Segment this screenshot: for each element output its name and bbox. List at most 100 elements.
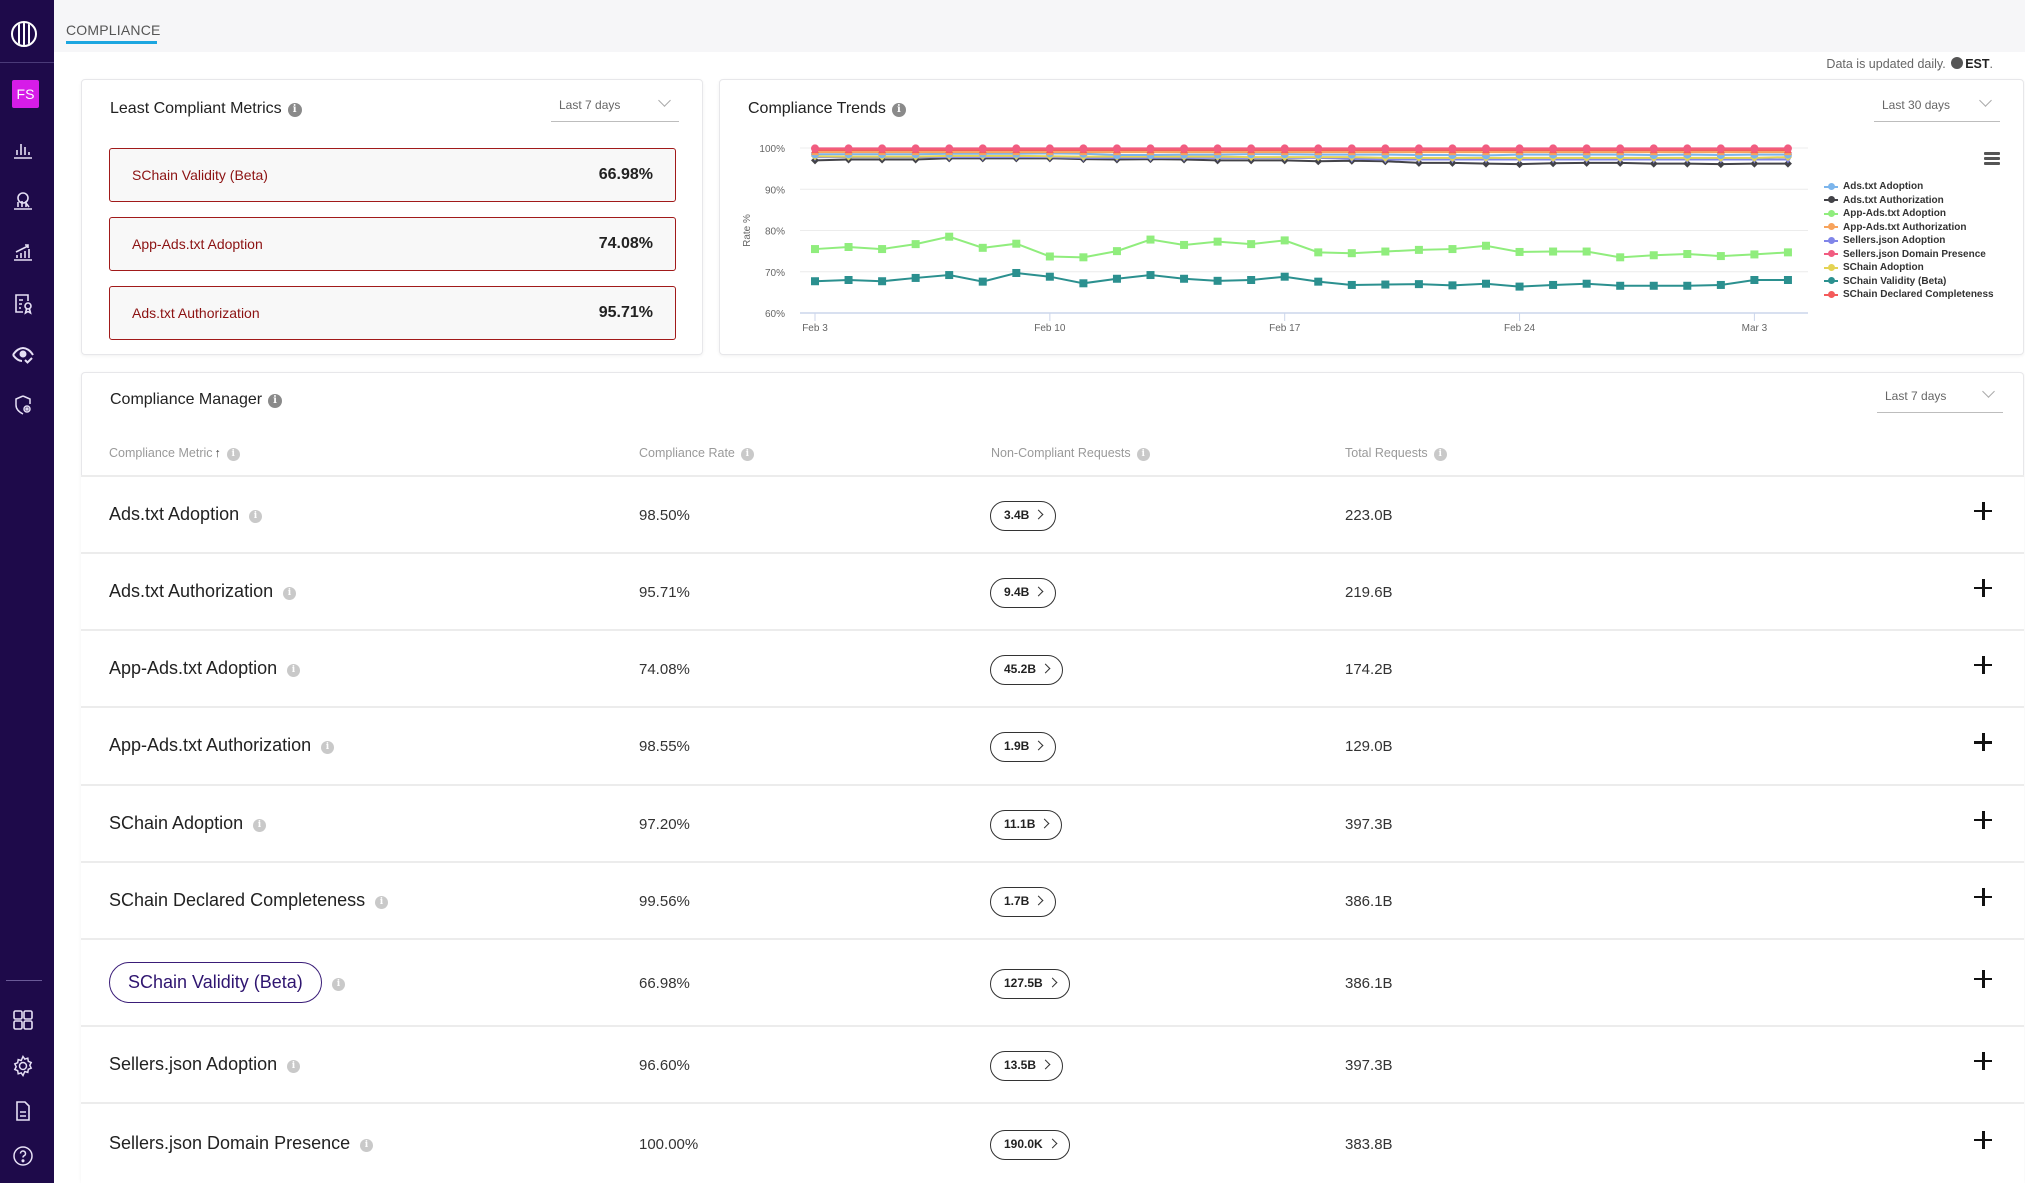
row-metric-name[interactable]: SChain Adoption [109,813,243,834]
info-icon[interactable]: i [321,741,334,754]
data-point-sellers-json-domain-presence [1482,144,1490,153]
expand-row-plus-icon[interactable] [1974,969,1992,988]
row-compliance-rate: 99.56% [639,892,690,910]
info-icon[interactable]: i [226,448,240,461]
grid-icon[interactable] [11,1008,35,1032]
legend-item[interactable]: SChain Adoption [1824,261,1994,275]
info-icon[interactable]: i [249,509,262,523]
document-icon[interactable] [11,1099,35,1123]
table-row[interactable]: SChain Declared Completeness i 99.56% 1.7B 3… [81,861,2024,938]
sort-ascending-icon[interactable]: ↑ [215,446,221,460]
chevron-right-icon [1047,977,1058,987]
data-point-sellers-json-domain-presence [811,144,819,153]
table-row[interactable]: SChain Validity (Beta) i 66.98% 127.5B 386.1… [81,938,2024,1025]
info-icon[interactable]: i [253,818,266,832]
info-icon[interactable]: i [360,1138,373,1152]
gear-icon[interactable] [11,1054,35,1078]
table-row[interactable]: App-Ads.txt Adoption i 74.08% 45.2B 174.2B [81,629,2024,706]
row-metric-label: Ads.txt Authorization [109,580,274,601]
data-point-sellers-json-domain-presence [1783,144,1792,153]
info-icon[interactable]: i [268,394,283,408]
data-point-sellers-json-domain-presence [844,144,853,153]
table-row[interactable]: Ads.txt Authorization i 95.71% 9.4B 219.6B [81,552,2024,629]
expand-row-plus-icon[interactable] [1974,578,1992,597]
shield-gear-icon[interactable] [11,393,35,417]
expand-row-plus-icon[interactable] [1974,887,1992,906]
row-metric-name[interactable]: SChain Validity (Beta) [109,961,322,1003]
data-point-sellers-json-domain-presence [1079,144,1088,153]
non-compliant-requests-button[interactable]: 127.5B [990,968,1070,999]
compliance-manager-title-text: Compliance Manager [110,391,263,408]
expand-row-plus-icon[interactable] [1974,501,1992,520]
info-icon[interactable]: i [287,663,300,677]
info-icon[interactable]: i [332,977,345,991]
non-compliant-requests-button[interactable]: 3.4B [990,500,1057,531]
chevron-right-icon [1033,740,1044,751]
expand-row-plus-icon[interactable] [1974,810,1992,829]
chart-menu-icon[interactable] [1984,152,2000,167]
legend-item[interactable]: App-Ads.txt Adoption [1824,207,1994,221]
non-compliant-requests-button[interactable]: 11.1B [990,809,1063,840]
row-metric-label: SChain Validity (Beta) [128,971,303,992]
table-row[interactable]: SChain Adoption i 97.20% 11.1B 397.3B [81,784,2024,861]
non-compliant-requests-button[interactable]: 1.9B [990,732,1057,762]
non-compliant-value: 127.5B [1004,975,1043,990]
help-icon[interactable] [11,1144,35,1168]
column-header-non-compliant[interactable]: Non-Compliant Requests i [991,446,1150,461]
legend-label: SChain Adoption [1843,262,1924,274]
row-compliance-rate: 95.71% [639,583,690,601]
row-metric-name[interactable]: App-Ads.txt Adoption [109,658,277,679]
legend-swatch-icon [1824,290,1838,298]
row-metric-name[interactable]: Sellers.json Domain Presence [109,1133,350,1154]
column-header-rate-label: Compliance Rate [639,446,735,460]
non-compliant-requests-button[interactable]: 13.5B [990,1050,1064,1081]
table-row[interactable]: App-Ads.txt Authorization i 98.55% 1.9B 129.… [81,706,2024,784]
data-point-schain-validity-beta [1649,281,1658,290]
info-icon[interactable]: i [1136,448,1150,461]
table-row[interactable]: Sellers.json Domain Presence i 100.00% 190.… [81,1102,2024,1183]
info-icon[interactable]: i [283,586,296,600]
row-metric-name[interactable]: SChain Declared Completeness [109,890,365,911]
legend-label: Sellers.json Adoption [1843,235,1946,247]
expand-row-plus-icon[interactable] [1974,733,1992,751]
row-metric-name[interactable]: Ads.txt Authorization [109,581,273,602]
legend-item[interactable]: SChain Declared Completeness [1824,288,1994,302]
legend-item[interactable]: Sellers.json Domain Presence [1824,248,1994,262]
column-header-metric[interactable]: Compliance Metric ↑ i [109,446,240,461]
table-row[interactable]: Sellers.json Adoption i 96.60% 13.5B 397.3B [81,1025,2024,1102]
legend-item[interactable]: Ads.txt Authorization [1824,194,1994,208]
data-point-app-ads-txt-adoption [1381,247,1390,256]
expand-row-plus-icon[interactable] [1974,655,1992,674]
legend-item[interactable]: Ads.txt Adoption [1824,180,1994,194]
table-row[interactable]: Ads.txt Adoption i 98.50% 3.4B 223.0B [81,475,2024,552]
manager-range-dropdown[interactable]: Last 7 days [1877,383,2003,413]
column-header-rate[interactable]: Compliance Rate i [639,446,754,461]
non-compliant-requests-button[interactable]: 9.4B [990,577,1057,608]
row-total-requests: 386.1B [1345,892,1393,910]
non-compliant-requests-button[interactable]: 190.0K [990,1129,1070,1160]
info-icon[interactable]: i [375,895,388,909]
data-point-app-ads-txt-adoption [1716,252,1725,261]
column-header-total[interactable]: Total Requests i [1345,446,1447,461]
legend-item[interactable]: App-Ads.txt Authorization [1824,221,1994,235]
legend-item[interactable]: SChain Validity (Beta) [1824,275,1994,289]
info-icon[interactable]: i [740,448,754,461]
info-icon[interactable]: i [287,1059,300,1073]
info-icon[interactable]: i [1433,448,1447,461]
expand-row-plus-icon[interactable] [1974,1051,1992,1070]
row-metric-name[interactable]: Sellers.json Adoption [109,1054,277,1075]
data-point-schain-validity-beta [1314,277,1323,286]
legend-label: Ads.txt Adoption [1843,181,1924,193]
non-compliant-requests-button[interactable]: 45.2B [990,654,1064,685]
non-compliant-requests-button[interactable]: 1.7B [990,886,1057,917]
legend-swatch-icon [1824,223,1838,231]
data-point-schain-validity-beta [878,277,887,286]
expand-row-plus-icon[interactable] [1974,1130,1992,1149]
legend-label: App-Ads.txt Adoption [1843,208,1946,220]
data-point-sellers-json-domain-presence [945,144,954,153]
row-metric-name[interactable]: App-Ads.txt Authorization [109,735,311,756]
row-metric-name[interactable]: Ads.txt Adoption [109,504,239,525]
legend-item[interactable]: Sellers.json Adoption [1824,234,1994,248]
row-total-requests: 397.3B [1345,1056,1393,1074]
dropdown-label: Last 7 days [1885,389,1947,403]
